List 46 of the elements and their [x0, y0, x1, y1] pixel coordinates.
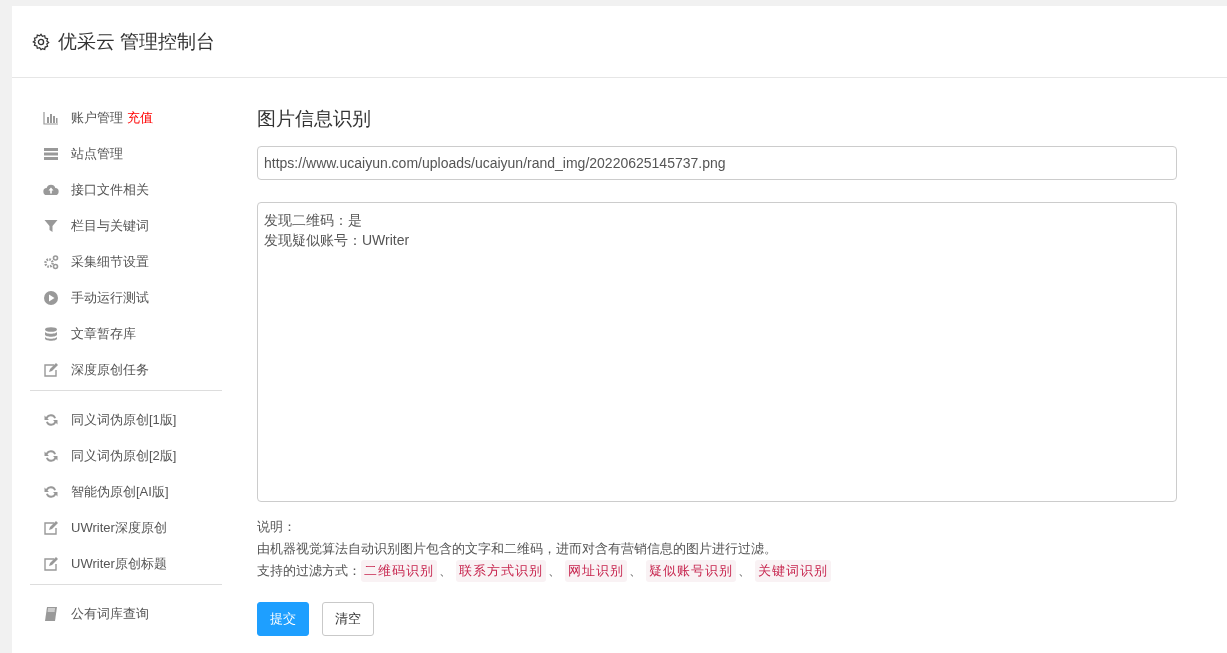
sidebar-item[interactable]: 深度原创任务 [71, 361, 149, 379]
database-icon [43, 326, 59, 342]
edit-icon [43, 556, 59, 572]
sidebar-item[interactable]: 同义词伪原创[2版] [71, 447, 177, 465]
section-heading: 图片信息识别 [257, 107, 372, 131]
separator: 、 [738, 562, 751, 580]
bar-chart-icon [43, 110, 59, 126]
sidebar-item[interactable]: 智能伪原创[AI版] [71, 483, 169, 501]
edit-icon [43, 520, 59, 536]
sidebar-item[interactable]: UWriter深度原创 [71, 519, 167, 537]
sidebar-item[interactable]: 手动运行测试 [71, 289, 149, 307]
sidebar-item[interactable]: 账户管理 [71, 109, 123, 127]
book-icon [43, 606, 59, 622]
filter-tag: 二维码识别 [361, 560, 437, 582]
sidebar-item[interactable]: 采集细节设置 [71, 253, 149, 271]
recharge-link[interactable]: 充值 [127, 109, 153, 127]
filter-icon [43, 218, 59, 234]
filter-tag: 联系方式识别 [456, 560, 546, 582]
sidebar-item[interactable]: 公有词库查询 [71, 605, 149, 623]
result-box[interactable]: 发现二维码：是 发现疑似账号：UWriter [257, 202, 1177, 502]
sidebar-item[interactable]: 站点管理 [71, 145, 123, 163]
sidebar-item[interactable]: 接口文件相关 [71, 181, 149, 199]
console-title: 优采云 管理控制台 [58, 29, 216, 54]
filter-tag: 疑似账号识别 [646, 560, 736, 582]
settings-icon[interactable] [32, 32, 50, 51]
notes-label: 说明： [257, 518, 297, 536]
filter-tag: 关键词识别 [755, 560, 831, 582]
sidebar-item[interactable]: 文章暂存库 [71, 325, 136, 343]
filters-label: 支持的过滤方式： [257, 562, 361, 580]
sidebar-item[interactable]: UWriter原创标题 [71, 555, 167, 573]
filter-tag: 网址识别 [565, 560, 627, 582]
play-icon [43, 290, 59, 306]
sidebar-item[interactable]: 同义词伪原创[1版] [71, 411, 177, 429]
url-field[interactable]: https://www.ucaiyun.com/uploads/ucaiyun/rand_img/20220625145737.png [257, 146, 1177, 180]
sidebar-item[interactable]: 栏目与关键词 [71, 217, 149, 235]
separator: 、 [439, 562, 452, 580]
refresh-icon [43, 484, 59, 500]
description-text: 由机器视觉算法自动识别图片包含的文字和二维码，进而对含有营销信息的图片进行过滤。 [257, 540, 778, 558]
server-icon [43, 146, 59, 162]
edit-icon [43, 362, 59, 378]
separator: 、 [629, 562, 642, 580]
refresh-icon [43, 448, 59, 464]
refresh-icon [43, 412, 59, 428]
clear-button[interactable]: 清空 [322, 602, 374, 636]
separator: 、 [548, 562, 561, 580]
cloud-upload-icon [43, 182, 59, 198]
